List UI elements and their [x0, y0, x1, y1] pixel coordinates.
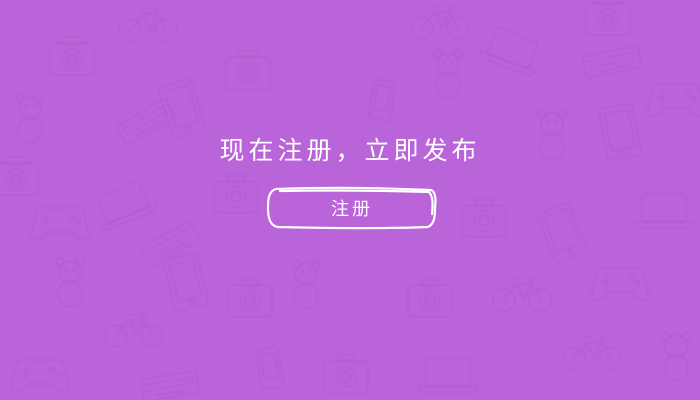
bicycle-icon	[491, 276, 553, 313]
camera-icon	[224, 49, 272, 91]
laptop-icon	[89, 176, 160, 234]
laptop-icon	[476, 23, 547, 79]
bicycle-icon	[409, 4, 471, 41]
camera-icon	[226, 277, 274, 319]
phone-icon	[255, 345, 285, 391]
laptop-icon	[632, 192, 696, 230]
gamepad-icon	[590, 266, 650, 302]
teddy-bear-icon	[432, 48, 464, 101]
camera-icon	[212, 173, 260, 215]
camera-icon	[460, 197, 508, 239]
gamepad-icon	[646, 82, 700, 118]
teddy-bear-icon	[290, 258, 322, 311]
register-button[interactable]: 注册	[266, 186, 438, 230]
gamepad-icon	[10, 358, 70, 394]
keyboard-icon	[139, 369, 201, 400]
bicycle-icon	[103, 312, 165, 349]
bicycle-icon	[117, 6, 179, 43]
camera-icon	[48, 35, 96, 77]
page-background: 现在注册，立即发布 注册	[0, 0, 700, 400]
camera-icon	[322, 353, 370, 395]
keyboard-icon	[581, 44, 643, 80]
camera-icon	[406, 277, 454, 319]
laptop-icon	[416, 356, 480, 394]
tablet-icon	[535, 200, 589, 264]
teddy-bear-icon	[54, 256, 86, 309]
tablet-icon	[156, 76, 208, 140]
headline: 现在注册，立即发布	[219, 136, 481, 165]
phone-icon	[367, 77, 397, 123]
register-button-label: 注册	[331, 199, 373, 220]
bicycle-icon	[561, 334, 623, 371]
gamepad-icon	[30, 206, 90, 242]
camera-icon	[584, 0, 632, 37]
tablet-icon	[162, 251, 210, 313]
teddy-bear-icon	[660, 330, 692, 383]
